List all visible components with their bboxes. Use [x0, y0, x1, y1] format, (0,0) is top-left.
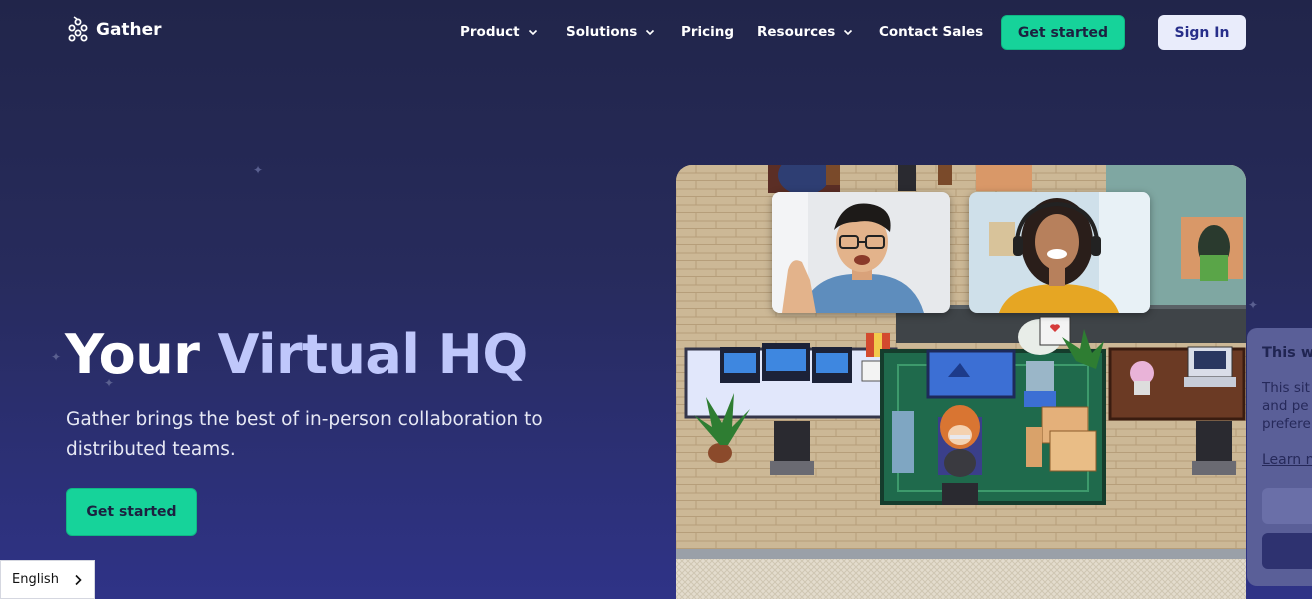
nav-solutions[interactable]: Solutions — [566, 24, 655, 40]
cookie-learn-more-link[interactable]: Learn n — [1262, 452, 1312, 468]
sparkle-star-icon: ✦ — [253, 163, 264, 177]
nav-pricing[interactable]: Pricing — [681, 24, 734, 40]
chevron-down-icon — [528, 29, 537, 36]
chevron-down-icon — [844, 29, 853, 36]
video-tile-participant-1 — [772, 192, 950, 313]
language-selector-value: English — [12, 572, 59, 587]
participant-video-1 — [772, 192, 950, 313]
sparkle-star-icon: ✦ — [1248, 298, 1259, 312]
header-get-started-button[interactable]: Get started — [1001, 15, 1125, 50]
nav-contact-sales[interactable]: Contact Sales — [879, 24, 983, 40]
hero-get-started-button[interactable]: Get started — [66, 488, 197, 536]
sparkle-star-icon: ✦ — [51, 350, 62, 364]
cookie-banner-title: This w — [1262, 345, 1312, 361]
gather-logo[interactable]: Gather — [66, 16, 162, 44]
language-selector[interactable]: English — [0, 560, 95, 599]
nav-resources[interactable]: Resources — [757, 24, 853, 40]
video-tile-participant-2 — [969, 192, 1150, 313]
cookie-accept-button[interactable] — [1262, 533, 1312, 569]
top-navigation: Gather Product Solutions Pricing Resourc… — [0, 0, 1312, 66]
nav-contact-sales-label: Contact Sales — [879, 24, 984, 40]
chevron-down-icon — [646, 29, 655, 36]
hero-subtitle: Gather brings the best of in-person coll… — [66, 409, 543, 460]
cookie-banner-text: This sit and pe prefere — [1262, 380, 1311, 432]
virtual-office-illustration — [676, 165, 1246, 599]
nav-resources-label: Resources — [757, 24, 836, 40]
cookie-settings-button[interactable] — [1262, 488, 1312, 524]
pixel-office-scene — [676, 165, 1246, 599]
hero-title-your: Your — [65, 323, 200, 386]
nav-solutions-label: Solutions — [566, 24, 638, 40]
gather-logo-icon — [68, 16, 88, 42]
nav-product-label: Product — [460, 24, 520, 40]
nav-product[interactable]: Product — [460, 24, 538, 40]
nav-pricing-label: Pricing — [681, 24, 735, 40]
hero-title: Your Virtual HQ — [65, 322, 528, 388]
logo-text: Gather — [96, 20, 162, 40]
sign-in-button[interactable]: Sign In — [1158, 15, 1246, 50]
participant-video-2 — [969, 192, 1150, 313]
hero-title-virtual-hq: Virtual HQ — [217, 323, 529, 386]
chevron-right-icon — [75, 574, 82, 586]
cookie-consent-banner: This w This sit and pe prefere Learn n — [1247, 328, 1312, 586]
